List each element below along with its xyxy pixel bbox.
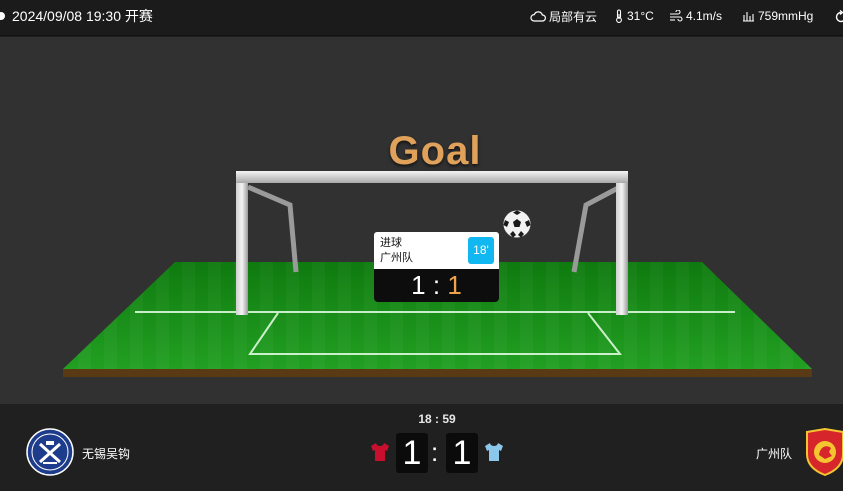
- match-datetime: 2024/09/08 19:30 开赛: [12, 7, 153, 25]
- weather-temperature: 31°C: [614, 7, 654, 25]
- wind-text: 4.1m/s: [686, 9, 723, 23]
- event-team: 广州队: [380, 252, 413, 264]
- pressure-text: 759mmHg: [758, 9, 814, 23]
- thermometer-icon: [616, 9, 622, 23]
- match-info-bar: 2024/09/08 19:30 开赛 局部有云 31°C 4.1m/s 759…: [0, 0, 843, 36]
- away-team-logo[interactable]: [805, 428, 843, 476]
- score-separator: :: [431, 437, 439, 467]
- football-icon: [502, 209, 532, 239]
- goal-back-left-support: [247, 184, 299, 273]
- temperature-text: 31°C: [627, 9, 654, 23]
- weather-condition: 局部有云: [530, 7, 597, 25]
- scoreboard: 18 : 59 无锡吴钩 1 : 1 广州队: [0, 404, 843, 491]
- event-score-separator: :: [432, 270, 441, 300]
- pitch-graphic: [63, 171, 812, 377]
- home-shirt-icon: [371, 443, 389, 461]
- weather-wind: 4.1m/s: [669, 7, 722, 25]
- goal-right-post: [616, 173, 628, 315]
- cloud-icon: [530, 11, 546, 22]
- away-score: 1: [446, 433, 478, 473]
- pitch-soil-edge: [63, 369, 812, 377]
- event-away-score: 1: [447, 270, 462, 300]
- live-indicator-icon: [0, 12, 5, 20]
- pressure-icon: [743, 12, 754, 22]
- event-home-score: 1: [411, 270, 426, 300]
- goal-left-post: [236, 173, 248, 315]
- goal-title: Goal: [388, 129, 482, 173]
- event-type: 进球: [380, 237, 402, 249]
- goal-event-popup: 进球 广州队 18' 1 : 1: [374, 232, 499, 302]
- goal-back-right-support: [571, 184, 622, 273]
- match-date-time: 2024/09/08 19:30: [12, 8, 121, 24]
- home-team-logo[interactable]: [26, 428, 74, 476]
- home-score: 1: [396, 433, 428, 473]
- event-score: 1 : 1: [374, 269, 499, 302]
- match-clock: 18 : 59: [418, 412, 456, 426]
- away-team-name: 广州队: [756, 447, 793, 461]
- weather-pressure: 759mmHg: [742, 7, 813, 25]
- goal-animation-stage: Goal 进球 广州队 18' 1 : 1: [0, 37, 843, 404]
- away-shirt-icon: [485, 443, 503, 461]
- goal-event-header: 进球 广州队 18': [374, 232, 499, 269]
- event-minute-badge: 18': [468, 237, 494, 264]
- home-team-name: 无锡吴钩: [82, 447, 131, 461]
- refresh-icon[interactable]: [834, 10, 843, 24]
- wind-icon: [670, 10, 683, 22]
- match-status: 开赛: [124, 8, 153, 24]
- weather-condition-text: 局部有云: [549, 9, 598, 24]
